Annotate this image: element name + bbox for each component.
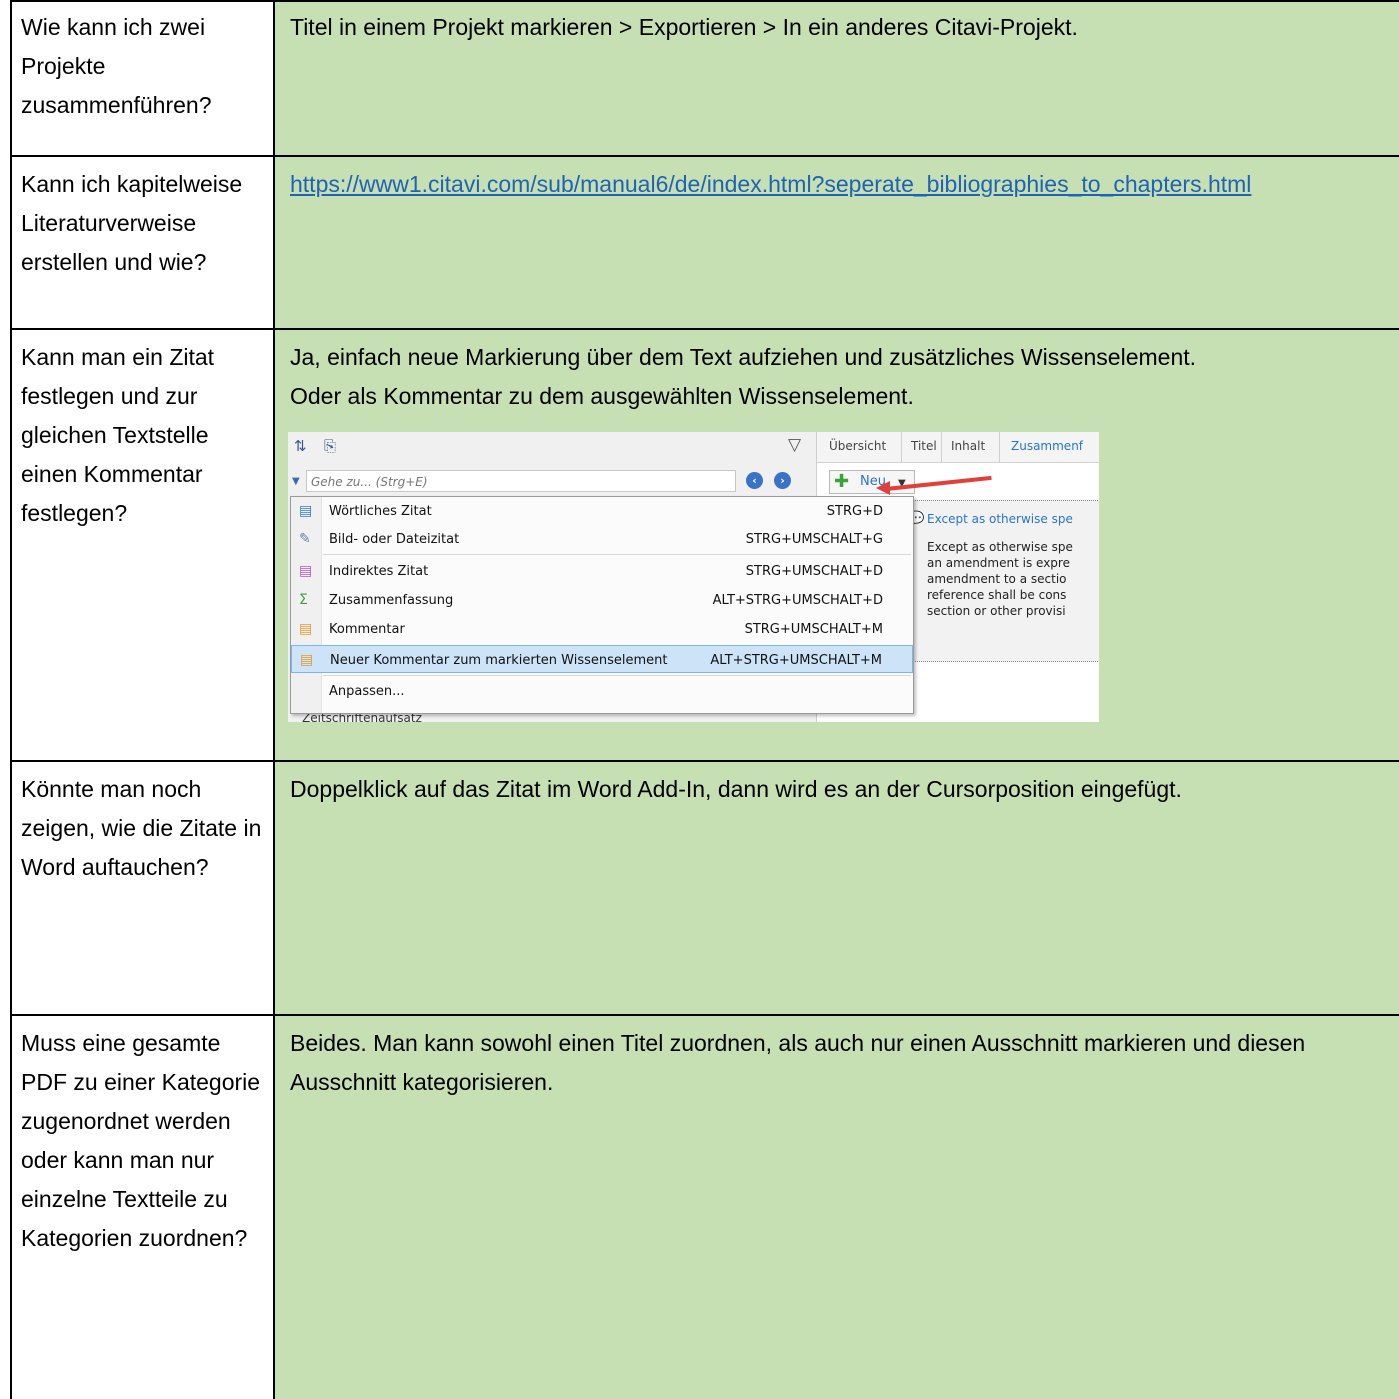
tab-summary[interactable]: Zusammenf (1011, 438, 1083, 454)
menu-item-image-quote[interactable]: ✎ Bild- oder Dateizitat STRG+UMSCHALT+G (291, 525, 913, 553)
menu-item-shortcut: STRG+UMSCHALT+M (744, 622, 883, 637)
answer-cell: Titel in einem Projekt markieren > Expor… (275, 0, 1399, 155)
table-border (10, 155, 1399, 157)
tab-bar: Übersicht Titel Inhalt Zusammenf (817, 432, 1099, 463)
menu-separator (323, 675, 911, 676)
knowledge-text: Except as otherwise spe an amendment is … (927, 540, 1073, 618)
answer-text: Oder als Kommentar zu dem ausgewählten W… (290, 383, 914, 409)
tab-title[interactable]: Titel (911, 438, 937, 454)
menu-item-indirect-quote[interactable]: ▤ Indirektes Zitat STRG+UMSCHALT+D (291, 557, 913, 585)
menu-item-comment[interactable]: ▤ Kommentar STRG+UMSCHALT+M (291, 615, 913, 643)
answer-cell: Beides. Man kann sowohl einen Titel zuor… (275, 1016, 1399, 1399)
summary-bubble-green-icon: Σ (299, 592, 308, 608)
question-cell: Könnte man noch zeigen, wie die Zitate i… (10, 762, 275, 1014)
image-quote-icon: ✎ (299, 531, 311, 547)
menu-item-shortcut: STRG+UMSCHALT+D (745, 564, 883, 579)
tab-content[interactable]: Inhalt (951, 438, 985, 454)
goto-input[interactable]: Gehe zu... (Strg+E) (306, 470, 736, 492)
dropdown-caret-icon[interactable]: ▼ (292, 474, 300, 490)
menu-item-label: Neuer Kommentar zum markierten Wissensel… (330, 653, 668, 668)
table-row: Muss eine gesamte PDF zu einer Kategorie… (10, 1016, 1399, 1399)
back-icon[interactable]: ‹ (746, 472, 763, 489)
answer-text: Titel in einem Projekt markieren > Expor… (290, 14, 1078, 40)
menu-item-label: Kommentar (329, 622, 405, 637)
table-row: Kann ich kapitelweise Literaturverweise … (10, 157, 1399, 328)
answer-cell: https://www1.citavi.com/sub/manual6/de/i… (275, 157, 1399, 328)
menu-item-shortcut: ALT+STRG+UMSCHALT+D (712, 593, 883, 608)
forward-icon[interactable]: › (774, 472, 791, 489)
table-row: Wie kann ich zwei Projekte zusammenführe… (10, 0, 1399, 155)
menu-item-label: Bild- oder Dateizitat (329, 532, 460, 547)
table-border (10, 328, 1399, 330)
menu-item-direct-quote[interactable]: ▤ Wörtliches Zitat STRG+D (291, 497, 913, 525)
sort-icon[interactable]: ⇅ (294, 438, 307, 454)
menu-item-label: Wörtliches Zitat (329, 504, 432, 519)
menu-item-customize[interactable]: Anpassen... (291, 677, 913, 705)
answer-text: Ja, einfach neue Markierung über dem Tex… (290, 344, 1197, 370)
quote-bubble-purple-icon: ▤ (299, 563, 313, 579)
menu-item-shortcut: STRG+UMSCHALT+G (745, 532, 883, 547)
question-cell: Kann man ein Zitat festlegen und zur gle… (10, 330, 275, 760)
search-bar: ▼ Gehe zu... (Strg+E) ‹ › (288, 470, 808, 494)
plus-icon: ✚ (834, 471, 850, 492)
quote-bubble-blue-icon: ▤ (299, 503, 313, 519)
tab-overview[interactable]: Übersicht (829, 438, 886, 454)
context-menu: ▤ Wörtliches Zitat STRG+D ✎ Bild- oder D… (290, 496, 914, 714)
filter-icon[interactable]: ▽ (788, 437, 801, 454)
menu-separator (323, 554, 911, 555)
manual-link[interactable]: https://www1.citavi.com/sub/manual6/de/i… (290, 171, 1251, 197)
answer-cell: Doppelklick auf das Zitat im Word Add-In… (275, 762, 1399, 1014)
table-border (10, 760, 1399, 762)
menu-item-summary[interactable]: Σ Zusammenfassung ALT+STRG+UMSCHALT+D (291, 586, 913, 614)
menu-item-new-comment[interactable]: ▤ Neuer Kommentar zum markierten Wissens… (291, 645, 913, 673)
citavi-screenshot: ⇅ ⎘ ▽ ▼ Gehe zu... (Strg+E) ‹ › Zeitschr… (288, 432, 1099, 722)
tab-divider (901, 432, 902, 462)
answer-text: Beides. Man kann sowohl einen Titel zuor… (290, 1030, 1306, 1095)
menu-item-label: Indirektes Zitat (329, 564, 429, 579)
question-cell: Wie kann ich zwei Projekte zusammenführe… (10, 0, 275, 155)
table-border (10, 1014, 1399, 1016)
menu-item-label: Zusammenfassung (329, 593, 454, 608)
tab-divider (999, 432, 1000, 462)
new-button[interactable]: ✚ Neu ▼ (829, 470, 915, 494)
knowledge-title: Except as otherwise spe (927, 512, 1073, 526)
comment-bubble-orange-icon: ▤ (300, 652, 314, 668)
comment-bubble-orange-icon: ▤ (299, 621, 313, 637)
table-border (10, 0, 12, 1399)
menu-item-shortcut: ALT+STRG+UMSCHALT+M (710, 653, 882, 668)
red-arrow-head (876, 481, 890, 495)
toolbar: ⇅ ⎘ ▽ (288, 432, 816, 464)
table-row: Könnte man noch zeigen, wie die Zitate i… (10, 762, 1399, 1014)
answer-text: Doppelklick auf das Zitat im Word Add-In… (290, 776, 1182, 802)
import-icon[interactable]: ⎘ (324, 438, 336, 454)
menu-item-label: Anpassen... (329, 684, 405, 699)
menu-item-shortcut: STRG+D (826, 504, 883, 519)
tab-divider (941, 432, 942, 462)
table-border (10, 0, 1399, 2)
question-cell: Kann ich kapitelweise Literaturverweise … (10, 157, 275, 328)
question-cell: Muss eine gesamte PDF zu einer Kategorie… (10, 1016, 275, 1399)
